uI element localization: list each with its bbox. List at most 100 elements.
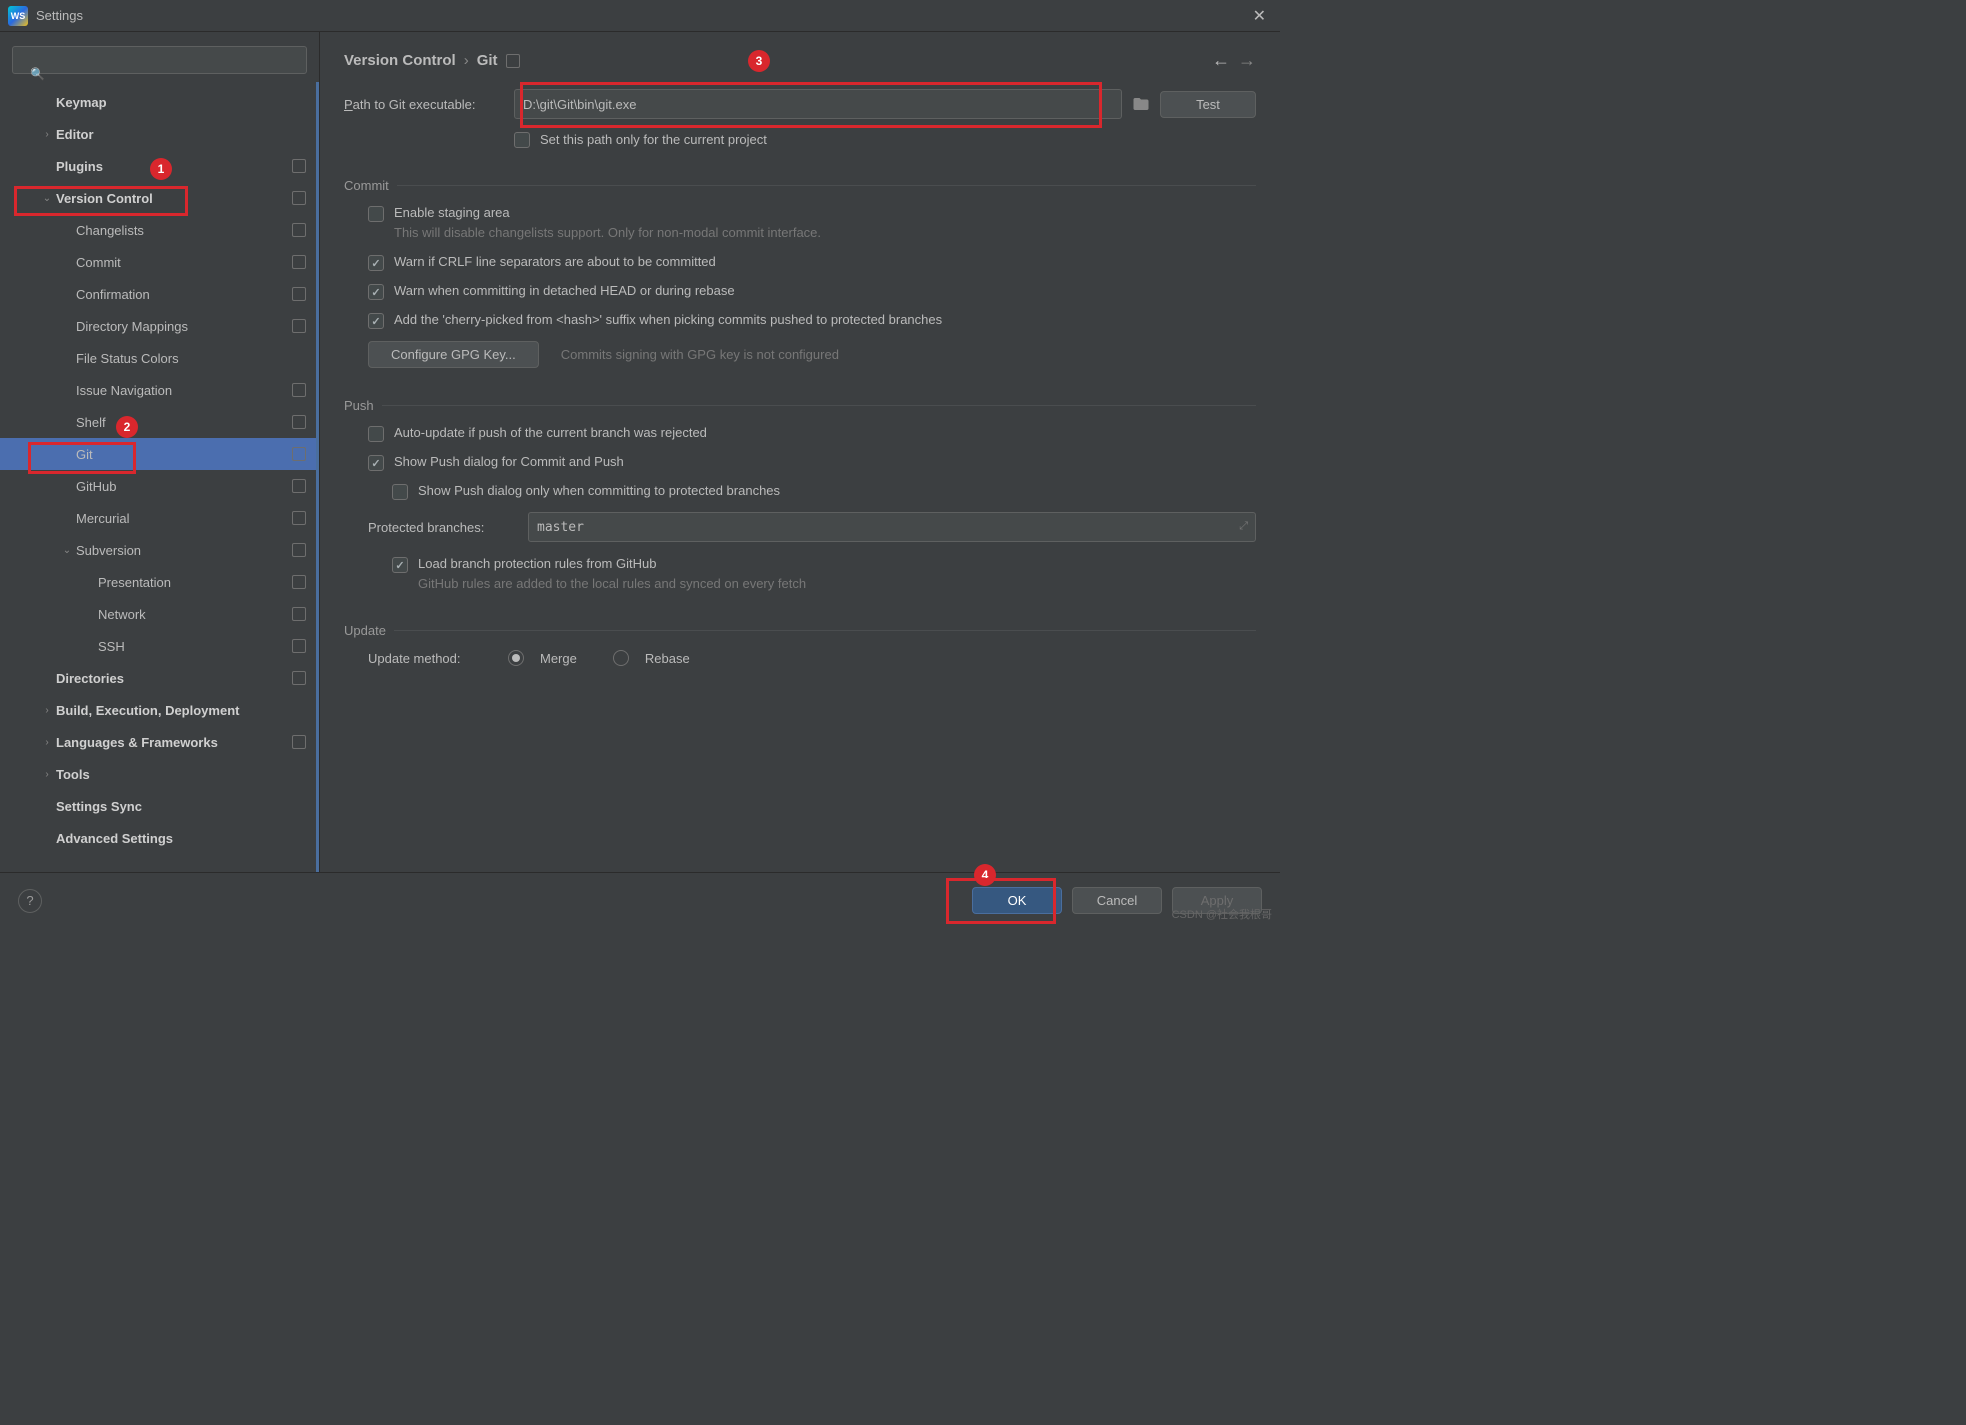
- auto-update-label: Auto-update if push of the current branc…: [394, 425, 707, 440]
- titlebar: WS Settings ✕: [0, 0, 1280, 32]
- sidebar-item-ssh[interactable]: SSH: [0, 630, 316, 662]
- scope-icon: [292, 511, 306, 525]
- sidebar-item-confirmation[interactable]: Confirmation: [0, 278, 316, 310]
- sidebar-item-github[interactable]: GitHub: [0, 470, 316, 502]
- git-path-input[interactable]: [514, 89, 1122, 119]
- sidebar-item-changelists[interactable]: Changelists: [0, 214, 316, 246]
- sidebar-item-network[interactable]: Network: [0, 598, 316, 630]
- sidebar-item-mercurial[interactable]: Mercurial: [0, 502, 316, 534]
- chevron-down-icon: ⌄: [38, 193, 56, 204]
- scope-icon: [292, 223, 306, 237]
- sidebar-item-tools[interactable]: ›Tools: [0, 758, 316, 790]
- sidebar-item-label: Shelf: [76, 415, 292, 430]
- search-icon: 🔍: [30, 67, 45, 81]
- only-current-checkbox[interactable]: [514, 132, 530, 148]
- sidebar-item-directory-mappings[interactable]: Directory Mappings: [0, 310, 316, 342]
- close-icon[interactable]: ✕: [1247, 6, 1272, 26]
- sidebar-item-label: Languages & Frameworks: [56, 735, 292, 750]
- sidebar-item-label: Advanced Settings: [56, 831, 306, 846]
- sidebar-item-build-execution-deployment[interactable]: ›Build, Execution, Deployment: [0, 694, 316, 726]
- sidebar-item-label: Network: [98, 607, 292, 622]
- settings-tree: Keymap›EditorPlugins⌄Version ControlChan…: [0, 82, 319, 872]
- sidebar-item-git[interactable]: Git: [0, 438, 316, 470]
- configure-gpg-button[interactable]: Configure GPG Key...: [368, 341, 539, 368]
- sidebar-item-shelf[interactable]: Shelf: [0, 406, 316, 438]
- crumb-version-control[interactable]: Version Control: [344, 52, 456, 69]
- cherry-checkbox[interactable]: [368, 313, 384, 329]
- scope-icon: [506, 54, 520, 68]
- sidebar-item-subversion[interactable]: ⌄Subversion: [0, 534, 316, 566]
- show-push-protected-label: Show Push dialog only when committing to…: [418, 483, 780, 498]
- rebase-radio[interactable]: [613, 650, 629, 666]
- sidebar-item-keymap[interactable]: Keymap: [0, 86, 316, 118]
- sidebar-item-issue-navigation[interactable]: Issue Navigation: [0, 374, 316, 406]
- sidebar-item-advanced-settings[interactable]: Advanced Settings: [0, 822, 316, 854]
- sidebar-item-directories[interactable]: Directories: [0, 662, 316, 694]
- scope-icon: [292, 191, 306, 205]
- sidebar-item-label: Settings Sync: [56, 799, 306, 814]
- sidebar-item-plugins[interactable]: Plugins: [0, 150, 316, 182]
- scope-icon: [292, 607, 306, 621]
- sidebar-item-label: Mercurial: [76, 511, 292, 526]
- expand-icon[interactable]: ⤢: [1239, 520, 1248, 533]
- help-icon[interactable]: ?: [18, 889, 42, 913]
- sidebar-item-settings-sync[interactable]: Settings Sync: [0, 790, 316, 822]
- sidebar-item-label: Directory Mappings: [76, 319, 292, 334]
- sidebar-item-languages-frameworks[interactable]: ›Languages & Frameworks: [0, 726, 316, 758]
- section-update-title: Update: [344, 623, 386, 638]
- enable-staging-checkbox[interactable]: [368, 206, 384, 222]
- sidebar-item-label: Git: [76, 447, 292, 462]
- scope-icon: [292, 447, 306, 461]
- warn-crlf-checkbox[interactable]: [368, 255, 384, 271]
- chevron-down-icon: ⌄: [58, 545, 76, 556]
- search-input[interactable]: [12, 46, 307, 74]
- sidebar-item-commit[interactable]: Commit: [0, 246, 316, 278]
- sidebar-item-label: Keymap: [56, 95, 306, 110]
- sidebar-item-label: Confirmation: [76, 287, 292, 302]
- cancel-button[interactable]: Cancel: [1072, 887, 1162, 914]
- sidebar-item-version-control[interactable]: ⌄Version Control: [0, 182, 316, 214]
- show-push-protected-checkbox[interactable]: [392, 484, 408, 500]
- auto-update-checkbox[interactable]: [368, 426, 384, 442]
- sidebar-item-presentation[interactable]: Presentation: [0, 566, 316, 598]
- enable-staging-label: Enable staging area: [394, 205, 821, 220]
- scope-icon: [292, 479, 306, 493]
- chevron-right-icon: ›: [38, 737, 56, 748]
- chevron-right-icon: ›: [38, 129, 56, 140]
- crumb-git: Git: [477, 52, 498, 69]
- scope-icon: [292, 671, 306, 685]
- protected-branches-input[interactable]: [528, 512, 1256, 542]
- ok-button[interactable]: OK: [972, 887, 1062, 914]
- sidebar-item-label: Plugins: [56, 159, 292, 174]
- sidebar-item-label: Changelists: [76, 223, 292, 238]
- sidebar-item-label: Issue Navigation: [76, 383, 292, 398]
- sidebar-item-label: Directories: [56, 671, 292, 686]
- show-push-label: Show Push dialog for Commit and Push: [394, 454, 624, 469]
- scope-icon: [292, 543, 306, 557]
- show-push-checkbox[interactable]: [368, 455, 384, 471]
- merge-radio[interactable]: [508, 650, 524, 666]
- warn-detached-checkbox[interactable]: [368, 284, 384, 300]
- load-rules-hint: GitHub rules are added to the local rule…: [418, 575, 806, 593]
- sidebar-item-file-status-colors[interactable]: File Status Colors: [0, 342, 316, 374]
- sidebar-item-editor[interactable]: ›Editor: [0, 118, 316, 150]
- test-button[interactable]: Test: [1160, 91, 1256, 118]
- git-path-label: Path to Git executable:: [344, 97, 504, 112]
- load-rules-label: Load branch protection rules from GitHub: [418, 556, 806, 571]
- chevron-right-icon: ›: [464, 52, 469, 69]
- gpg-status-label: Commits signing with GPG key is not conf…: [561, 347, 839, 362]
- load-rules-checkbox[interactable]: [392, 557, 408, 573]
- scope-icon: [292, 287, 306, 301]
- app-icon: WS: [8, 6, 28, 26]
- sidebar-item-label: Editor: [56, 127, 306, 142]
- scope-icon: [292, 639, 306, 653]
- sidebar-item-label: File Status Colors: [76, 351, 306, 366]
- scope-icon: [292, 415, 306, 429]
- nav-back-icon[interactable]: ←: [1212, 50, 1230, 71]
- folder-icon[interactable]: [1132, 95, 1150, 113]
- cherry-label: Add the 'cherry-picked from <hash>' suff…: [394, 312, 942, 327]
- rebase-label: Rebase: [645, 651, 690, 666]
- sidebar-item-label: Commit: [76, 255, 292, 270]
- scope-icon: [292, 575, 306, 589]
- sidebar-item-label: SSH: [98, 639, 292, 654]
